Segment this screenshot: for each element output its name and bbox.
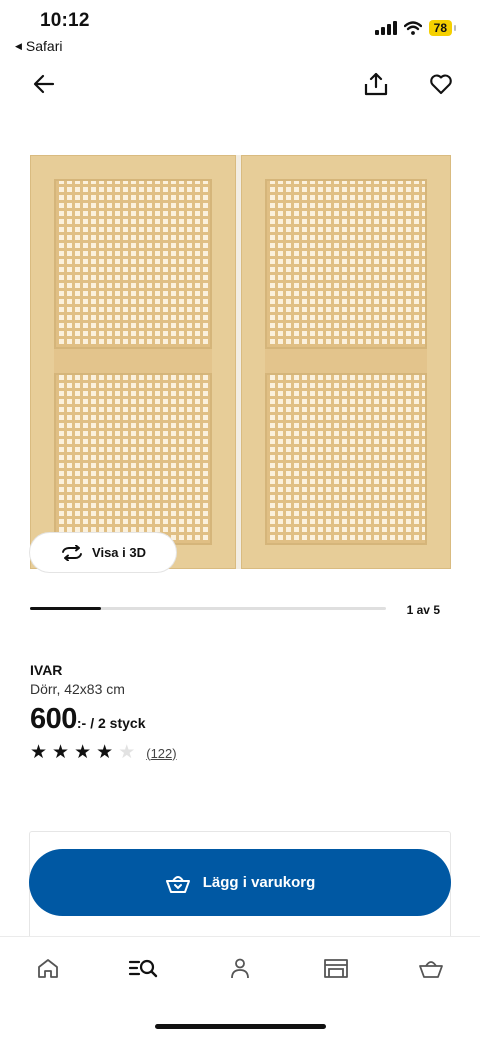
- nav-store[interactable]: [318, 953, 354, 983]
- home-indicator: [155, 1024, 326, 1029]
- door-left-image: [30, 155, 236, 569]
- door-rail: [265, 349, 427, 373]
- favorite-button[interactable]: [423, 66, 459, 102]
- rotate-icon: [62, 544, 82, 561]
- star-filled-icon: ★: [74, 742, 92, 763]
- rattan-panel: [265, 179, 427, 349]
- heart-icon: [430, 74, 452, 95]
- star-filled-icon: ★: [96, 742, 114, 763]
- view-3d-label: Visa i 3D: [92, 545, 146, 560]
- nav-search[interactable]: [125, 953, 161, 983]
- star-filled-icon: ★: [30, 742, 48, 763]
- battery-level: 78: [428, 20, 452, 36]
- rattan-panel: [265, 373, 427, 545]
- rattan-panel: [54, 179, 212, 349]
- price: 600 :- / 2 styck: [30, 703, 145, 736]
- gallery-page-count: 1 av 5: [406, 603, 440, 617]
- door-right-image: [241, 155, 451, 569]
- arrow-left-icon: [33, 74, 55, 94]
- product-image[interactable]: [30, 155, 451, 569]
- basket-icon: [419, 961, 443, 978]
- wifi-icon: [403, 21, 422, 35]
- search-icon: [128, 959, 158, 978]
- back-app-label: Safari: [25, 38, 63, 54]
- back-to-safari-link[interactable]: ◀ Safari: [15, 38, 63, 54]
- price-unit: / 2 styck: [90, 715, 146, 731]
- star-empty-icon: ★: [118, 742, 136, 763]
- profile-icon: [231, 958, 249, 979]
- basket-icon: [165, 875, 190, 893]
- status-time: 10:12: [40, 10, 90, 31]
- home-icon: [38, 959, 58, 978]
- share-icon: [364, 72, 388, 96]
- add-to-cart-label: Lägg i varukorg: [202, 874, 316, 891]
- gallery-progress-bar[interactable]: [30, 607, 386, 610]
- battery-tip: [454, 25, 456, 31]
- back-button[interactable]: [26, 66, 62, 102]
- rattan-panel: [54, 373, 212, 545]
- price-currency: :-: [76, 715, 87, 731]
- nav-home[interactable]: [30, 953, 66, 983]
- nav-profile[interactable]: [222, 953, 258, 983]
- share-button[interactable]: [358, 66, 394, 102]
- add-to-cart-button[interactable]: Lägg i varukorg: [29, 849, 451, 916]
- gallery-progress-fill: [30, 607, 102, 610]
- review-count-link[interactable]: (122): [146, 746, 176, 761]
- nav-basket[interactable]: [413, 953, 449, 983]
- door-rail: [54, 349, 212, 373]
- status-indicators: 78: [374, 20, 456, 36]
- back-triangle-icon: ◀: [15, 40, 22, 51]
- view-3d-button[interactable]: Visa i 3D: [30, 533, 176, 572]
- product-name: IVAR: [30, 662, 63, 678]
- rating[interactable]: ★ ★ ★ ★ ★ (122): [30, 742, 177, 763]
- product-description: Dörr, 42x83 cm: [30, 681, 125, 697]
- price-amount: 600: [30, 703, 77, 735]
- signal-icon: [374, 21, 397, 35]
- store-icon: [324, 959, 348, 978]
- star-filled-icon: ★: [52, 742, 70, 763]
